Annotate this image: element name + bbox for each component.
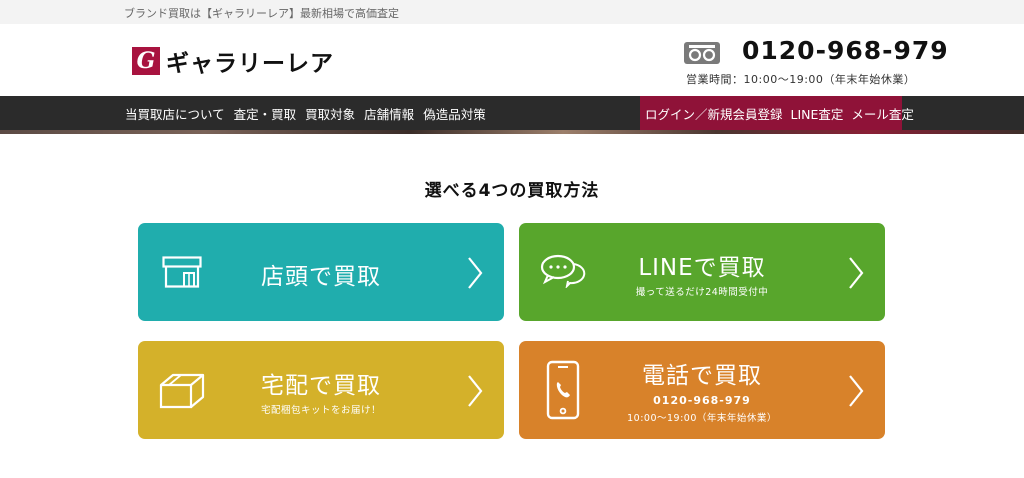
chevron-right-icon [849, 257, 864, 289]
site-logo[interactable]: G ギャラリーレア [132, 46, 334, 77]
chevron-right-icon [468, 257, 483, 289]
site-header: G ギャラリーレア 0120-968-979 営業時間：10:00～19:00（… [0, 24, 1024, 96]
header-business-hours: 営業時間：10:00～19:00（年末年始休業） [686, 73, 916, 86]
line-card-subtitle: 撮って送るだけ24時間受付中 [635, 287, 769, 298]
top-announcement-text: ブランド買取は【ギャラリーレア】最新相場で高価査定 [124, 7, 399, 20]
nav-right-group: ログイン／新規会員登録 LINE査定 メール査定 [640, 96, 914, 130]
nav-appraisal[interactable]: 査定・買取 [234, 104, 297, 123]
delivery-card-subtitle: 宅配梱包キットをお届け！ [260, 405, 381, 416]
line-card-title: LINEで買取 [638, 255, 766, 281]
phone-card-hours: 10:00～19:00（年末年始休業） [627, 413, 777, 424]
nav-store-info[interactable]: 店舗情報 [364, 104, 414, 123]
phone-card-title: 電話で買取 [642, 363, 762, 389]
delivery-card-title: 宅配で買取 [261, 373, 381, 399]
nav-about[interactable]: 当買取店について [125, 104, 225, 123]
nav-mail-appraisal[interactable]: メール査定 [851, 104, 914, 123]
phone-card-number: 0120-968-979 [653, 394, 751, 407]
nav-left-group: 当買取店について 査定・買取 買取対象 店舗情報 偽造品対策 [125, 96, 495, 130]
main-navigation: 当買取店について 査定・買取 買取対象 店舗情報 偽造品対策 ログイン／新規会員… [0, 96, 1024, 130]
logo-mark-icon: G [132, 47, 160, 75]
store-card-title: 店頭で買取 [261, 264, 381, 290]
top-announcement-bar: ブランド買取は【ギャラリーレア】最新相場で高価査定 [0, 0, 1024, 24]
delivery-purchase-card[interactable]: 宅配で買取 宅配梱包キットをお届け！ [138, 341, 504, 439]
nav-counterfeit[interactable]: 偽造品対策 [423, 104, 486, 123]
section-title: 選べる4つの買取方法 [424, 181, 600, 201]
store-purchase-card[interactable]: 店頭で買取 [138, 223, 504, 321]
logo-text: ギャラリーレア [166, 51, 334, 77]
nav-purchase-items[interactable]: 買取対象 [305, 104, 355, 123]
hero-image-strip [0, 130, 1024, 134]
chevron-right-icon [468, 375, 483, 407]
line-purchase-card[interactable]: LINEで買取 撮って送るだけ24時間受付中 [519, 223, 885, 321]
nav-line-appraisal[interactable]: LINE査定 [791, 104, 844, 123]
nav-login-register[interactable]: ログイン／新規会員登録 [645, 104, 783, 123]
chevron-right-icon [849, 375, 864, 407]
header-phone-number[interactable]: 0120-968-979 [742, 36, 949, 65]
phone-purchase-card[interactable]: 電話で買取 0120-968-979 10:00～19:00（年末年始休業） [519, 341, 885, 439]
free-dial-icon [684, 42, 720, 64]
